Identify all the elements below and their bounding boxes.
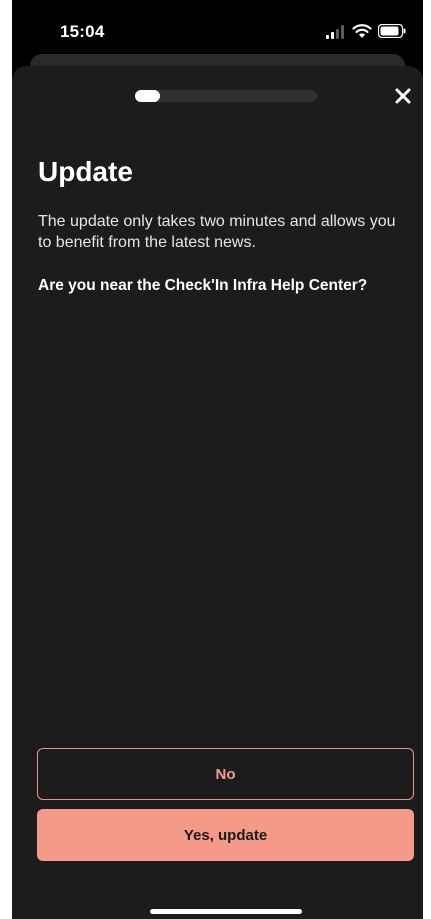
- wifi-icon: [352, 24, 372, 38]
- help-center-question: Are you near the Check'In Infra Help Cen…: [38, 277, 368, 294]
- progress-fill: [135, 90, 161, 102]
- close-icon: [395, 88, 411, 104]
- yes-update-button[interactable]: Yes, update: [37, 809, 414, 861]
- status-bar: 15:04: [12, 0, 423, 60]
- update-sheet: Update The update only takes two minutes…: [12, 66, 423, 919]
- page-title: Update: [38, 156, 133, 187]
- battery-icon: [378, 24, 406, 38]
- home-indicator: [150, 909, 302, 914]
- phone-screen: 15:04 Update The update only takes two m…: [12, 0, 423, 919]
- update-description: The update only takes two minutes and al…: [38, 213, 396, 251]
- signal-icon: [326, 25, 344, 39]
- progress-bar: [135, 90, 317, 102]
- status-time: 15:04: [60, 22, 105, 41]
- close-button[interactable]: [392, 85, 414, 107]
- no-button[interactable]: No: [37, 748, 414, 800]
